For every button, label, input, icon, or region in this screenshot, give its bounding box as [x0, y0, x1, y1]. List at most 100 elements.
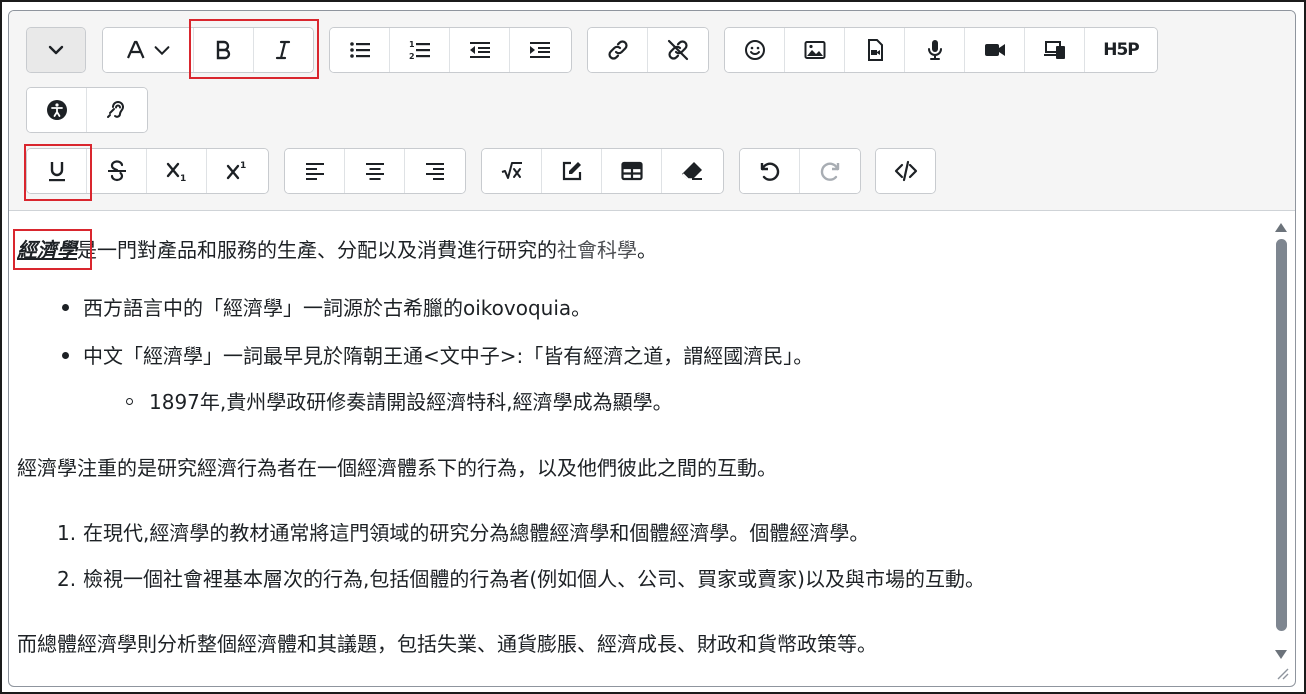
intro-text: 是一門對產品和服務的生產、分配以及消費進行研究的: [77, 238, 557, 262]
svg-text:1: 1: [409, 40, 415, 49]
hearing-icon: [107, 101, 125, 118]
scroll-up-arrow-icon[interactable]: [1275, 223, 1287, 232]
indent-button[interactable]: [510, 28, 570, 72]
chevron-down-icon: [154, 46, 170, 56]
undo-button[interactable]: [740, 149, 800, 193]
toolbar-group-align: [284, 148, 466, 194]
toolbar-toggle-button[interactable]: [27, 28, 85, 72]
rich-text-editor: 12 H5P 1 1 經濟學是一門對產品和服務的生產、分配以及消費進行研究的社會…: [8, 10, 1296, 687]
indent-icon: [530, 42, 550, 58]
italic-button[interactable]: [253, 28, 313, 72]
emoji-button[interactable]: [725, 28, 785, 72]
code-icon: [894, 160, 917, 182]
list-number: 2.: [57, 567, 77, 591]
sub-bullet-marker: [126, 398, 133, 405]
align-right-button[interactable]: [405, 149, 465, 193]
align-center-icon: [365, 163, 384, 180]
smiley-icon: [744, 40, 765, 60]
bold-button[interactable]: [194, 28, 254, 72]
chevron-down-icon: [48, 45, 64, 55]
undo-icon: [760, 162, 779, 181]
bullet-list-icon: [349, 42, 370, 58]
clear-formatting-button[interactable]: [662, 149, 722, 193]
link-icon: [607, 40, 628, 60]
list-number: 1.: [57, 521, 77, 545]
sub-list-item: 1897年,貴州學政研修奏請開設經濟特科,經濟學成為顯學。: [149, 390, 673, 414]
editor-content-area[interactable]: 經濟學是一門對產品和服務的生產、分配以及消費進行研究的社會科學。 西方語言中的「…: [9, 211, 1274, 686]
toolbar-group-format: [102, 27, 314, 73]
accessibility-icon: [46, 100, 67, 120]
svg-text:2: 2: [409, 52, 415, 61]
eraser-icon: [682, 162, 702, 180]
edit-html-snippet-button[interactable]: [542, 149, 602, 193]
toolbar-group-toggle: [26, 27, 86, 73]
table-icon: [620, 161, 643, 181]
toolbar-group-links: [587, 27, 709, 73]
list-item: 中文「經濟學」一詞最早見於隋朝王通<文中子>:「皆有經濟之道，謂經國濟民」。: [83, 344, 814, 368]
toolbar-group-insert: [481, 148, 724, 194]
redo-icon: [820, 162, 840, 181]
ordered-list-item: 在現代,經濟學的教材通常將這門領域的研究分為總體經濟學和個體經濟學。個體經濟學。: [83, 521, 870, 545]
paragraph-macro: 而總體經濟學則分析整個經濟體和其議題，包括失業、通貨膨脹、經濟成長、財政和貨幣政…: [17, 632, 877, 656]
file-video-icon: [867, 39, 883, 61]
toolbar-group-code: [875, 148, 936, 194]
record-video-button[interactable]: [965, 28, 1025, 72]
unlink-button[interactable]: [648, 28, 708, 72]
screen-record-button[interactable]: [1025, 28, 1085, 72]
image-icon: [804, 41, 825, 59]
square-root-icon: [501, 162, 522, 179]
h5p-button[interactable]: H5P: [1085, 28, 1157, 72]
toolbar-group-lists: 12: [329, 27, 572, 73]
equation-button[interactable]: [482, 149, 542, 193]
video-camera-icon: [984, 44, 1005, 56]
h5p-icon: H5P: [1103, 40, 1140, 60]
italic-icon: [276, 40, 291, 60]
pencil-square-icon: [562, 161, 581, 181]
social-science-link[interactable]: 社會科學: [557, 238, 637, 262]
svg-text:1: 1: [180, 174, 186, 183]
svg-text:1: 1: [240, 161, 246, 171]
scroll-down-arrow-icon[interactable]: [1275, 650, 1287, 659]
scrollbar-thumb[interactable]: [1276, 239, 1287, 631]
numbered-list-button[interactable]: 12: [390, 28, 450, 72]
bullet-marker: [62, 352, 69, 359]
keyword-economics: 經濟學: [17, 238, 77, 262]
bullet-list-button[interactable]: [330, 28, 390, 72]
strikethrough-button[interactable]: [87, 149, 147, 193]
paragraph-intro: 經濟學是一門對產品和服務的生產、分配以及消費進行研究的社會科學。: [17, 235, 657, 265]
intro-end: 。: [637, 238, 657, 262]
accessibility-checker-button[interactable]: [27, 88, 87, 132]
list-item: 西方語言中的「經濟學」一詞源於古希臘的oikovoquia。: [83, 296, 592, 320]
screen-reader-helper-button[interactable]: [87, 88, 147, 132]
align-left-icon: [305, 163, 324, 180]
record-audio-button[interactable]: [905, 28, 965, 72]
editor-toolbar: 12 H5P 1 1: [9, 11, 1295, 211]
font-style-dropdown-button[interactable]: [103, 28, 195, 72]
font-icon: [127, 40, 145, 59]
align-right-icon: [426, 163, 444, 180]
image-button[interactable]: [785, 28, 845, 72]
align-left-button[interactable]: [285, 149, 345, 193]
paragraph-focus: 經濟學注重的是研究經濟行為者在一個經濟體系下的行為，以及他們彼此之間的互動。: [17, 456, 777, 480]
toolbar-group-text-style: 1 1: [26, 148, 269, 194]
vertical-scrollbar[interactable]: [1273, 217, 1289, 663]
unlink-icon: [667, 39, 689, 61]
outdent-button[interactable]: [450, 28, 510, 72]
strikethrough-icon: [107, 160, 126, 182]
outdent-icon: [469, 42, 490, 58]
subscript-button[interactable]: 1: [147, 149, 207, 193]
html-source-button[interactable]: [876, 149, 935, 193]
ordered-list-item: 檢視一個社會裡基本層次的行為,包括個體的行為者(例如個人、公司、買家或賣家)以及…: [83, 567, 985, 591]
media-file-button[interactable]: [845, 28, 905, 72]
resize-handle-icon[interactable]: [1275, 666, 1289, 680]
underline-button[interactable]: [27, 149, 87, 193]
table-button[interactable]: [602, 149, 662, 193]
underline-icon: [48, 162, 65, 182]
numbered-list-icon: 12: [409, 40, 430, 61]
bullet-marker: [62, 304, 69, 311]
link-button[interactable]: [588, 28, 648, 72]
align-center-button[interactable]: [345, 149, 405, 193]
superscript-button[interactable]: 1: [207, 149, 267, 193]
subscript-icon: 1: [166, 162, 186, 183]
redo-button[interactable]: [800, 149, 860, 193]
